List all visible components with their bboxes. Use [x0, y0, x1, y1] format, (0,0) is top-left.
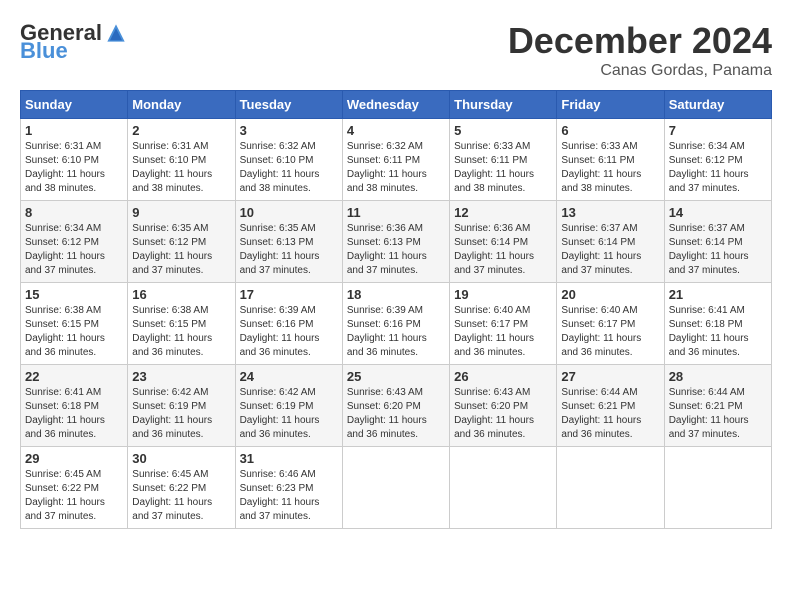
empty-cell-1 [342, 447, 449, 529]
page-header: General Blue December 2024 Canas Gordas,… [20, 20, 772, 80]
col-monday: Monday [128, 91, 235, 119]
day-10: 10 Sunrise: 6:35 AMSunset: 6:13 PMDaylig… [235, 201, 342, 283]
empty-cell-3 [557, 447, 664, 529]
day-7: 7 Sunrise: 6:34 AMSunset: 6:12 PMDayligh… [664, 119, 771, 201]
logo-icon [106, 23, 126, 43]
col-friday: Friday [557, 91, 664, 119]
day-14: 14 Sunrise: 6:37 AMSunset: 6:14 PMDaylig… [664, 201, 771, 283]
month-title: December 2024 [508, 20, 772, 62]
day-20: 20 Sunrise: 6:40 AMSunset: 6:17 PMDaylig… [557, 283, 664, 365]
day-18: 18 Sunrise: 6:39 AMSunset: 6:16 PMDaylig… [342, 283, 449, 365]
day-29: 29 Sunrise: 6:45 AMSunset: 6:22 PMDaylig… [21, 447, 128, 529]
day-13: 13 Sunrise: 6:37 AMSunset: 6:14 PMDaylig… [557, 201, 664, 283]
col-thursday: Thursday [450, 91, 557, 119]
day-15: 15 Sunrise: 6:38 AMSunset: 6:15 PMDaylig… [21, 283, 128, 365]
day-9: 9 Sunrise: 6:35 AMSunset: 6:12 PMDayligh… [128, 201, 235, 283]
day-21: 21 Sunrise: 6:41 AMSunset: 6:18 PMDaylig… [664, 283, 771, 365]
day-6: 6 Sunrise: 6:33 AMSunset: 6:11 PMDayligh… [557, 119, 664, 201]
calendar: Sunday Monday Tuesday Wednesday Thursday… [20, 90, 772, 529]
day-16: 16 Sunrise: 6:38 AMSunset: 6:15 PMDaylig… [128, 283, 235, 365]
col-sunday: Sunday [21, 91, 128, 119]
day-11: 11 Sunrise: 6:36 AMSunset: 6:13 PMDaylig… [342, 201, 449, 283]
title-section: December 2024 Canas Gordas, Panama [508, 20, 772, 80]
day-30: 30 Sunrise: 6:45 AMSunset: 6:22 PMDaylig… [128, 447, 235, 529]
day-23: 23 Sunrise: 6:42 AMSunset: 6:19 PMDaylig… [128, 365, 235, 447]
day-28: 28 Sunrise: 6:44 AMSunset: 6:21 PMDaylig… [664, 365, 771, 447]
day-2: 2 Sunrise: 6:31 AMSunset: 6:10 PMDayligh… [128, 119, 235, 201]
empty-cell-4 [664, 447, 771, 529]
day-5: 5 Sunrise: 6:33 AMSunset: 6:11 PMDayligh… [450, 119, 557, 201]
logo-blue: Blue [20, 38, 68, 64]
col-tuesday: Tuesday [235, 91, 342, 119]
day-4: 4 Sunrise: 6:32 AMSunset: 6:11 PMDayligh… [342, 119, 449, 201]
day-24: 24 Sunrise: 6:42 AMSunset: 6:19 PMDaylig… [235, 365, 342, 447]
day-22: 22 Sunrise: 6:41 AMSunset: 6:18 PMDaylig… [21, 365, 128, 447]
logo: General Blue [20, 20, 126, 64]
day-26: 26 Sunrise: 6:43 AMSunset: 6:20 PMDaylig… [450, 365, 557, 447]
day-17: 17 Sunrise: 6:39 AMSunset: 6:16 PMDaylig… [235, 283, 342, 365]
day-8: 8 Sunrise: 6:34 AMSunset: 6:12 PMDayligh… [21, 201, 128, 283]
col-wednesday: Wednesday [342, 91, 449, 119]
day-19: 19 Sunrise: 6:40 AMSunset: 6:17 PMDaylig… [450, 283, 557, 365]
location: Canas Gordas, Panama [508, 62, 772, 80]
day-1: 1 Sunrise: 6:31 AMSunset: 6:10 PMDayligh… [21, 119, 128, 201]
day-31: 31 Sunrise: 6:46 AMSunset: 6:23 PMDaylig… [235, 447, 342, 529]
day-12: 12 Sunrise: 6:36 AMSunset: 6:14 PMDaylig… [450, 201, 557, 283]
day-25: 25 Sunrise: 6:43 AMSunset: 6:20 PMDaylig… [342, 365, 449, 447]
empty-cell-2 [450, 447, 557, 529]
day-27: 27 Sunrise: 6:44 AMSunset: 6:21 PMDaylig… [557, 365, 664, 447]
col-saturday: Saturday [664, 91, 771, 119]
day-3: 3 Sunrise: 6:32 AMSunset: 6:10 PMDayligh… [235, 119, 342, 201]
